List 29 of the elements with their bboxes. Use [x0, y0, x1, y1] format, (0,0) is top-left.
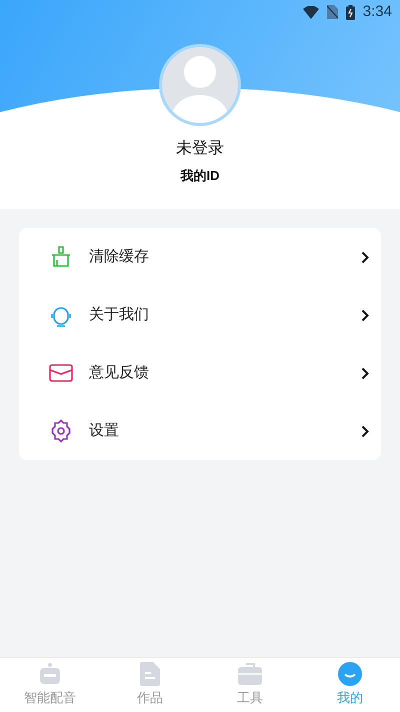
document-icon — [139, 662, 161, 686]
battery-icon — [346, 4, 355, 20]
user-id-label[interactable]: 我的ID — [180, 166, 220, 186]
chevron-right-icon — [361, 366, 369, 380]
wifi-icon — [302, 6, 319, 18]
menu-item[interactable]: 设置 — [19, 402, 381, 460]
smiley-icon — [338, 662, 362, 686]
menu-item[interactable]: 清除缓存 — [19, 228, 381, 286]
user-name: 未登录 — [176, 138, 224, 159]
tab-label: 我的 — [337, 689, 363, 708]
broom-icon — [49, 245, 73, 269]
chevron-right-icon — [361, 308, 369, 322]
tab-label: 智能配音 — [24, 689, 76, 708]
briefcase-icon — [237, 662, 263, 686]
robot-icon — [38, 662, 62, 686]
tab-label: 作品 — [137, 689, 163, 708]
chevron-right-icon — [361, 250, 369, 264]
menu-label: 意见反馈 — [89, 362, 150, 383]
menu-label: 清除缓存 — [89, 246, 150, 267]
no-sim-icon — [326, 5, 338, 19]
menu-label: 关于我们 — [89, 304, 150, 325]
menu-label: 设置 — [89, 420, 120, 441]
gear-icon — [49, 419, 73, 443]
menu-item[interactable]: 关于我们 — [19, 286, 381, 344]
chevron-right-icon — [361, 424, 369, 438]
tab-label: 工具 — [237, 689, 263, 708]
status-time: 3:34 — [362, 2, 392, 22]
menu-item[interactable]: 意见反馈 — [19, 344, 381, 402]
envelope-icon — [49, 363, 73, 383]
